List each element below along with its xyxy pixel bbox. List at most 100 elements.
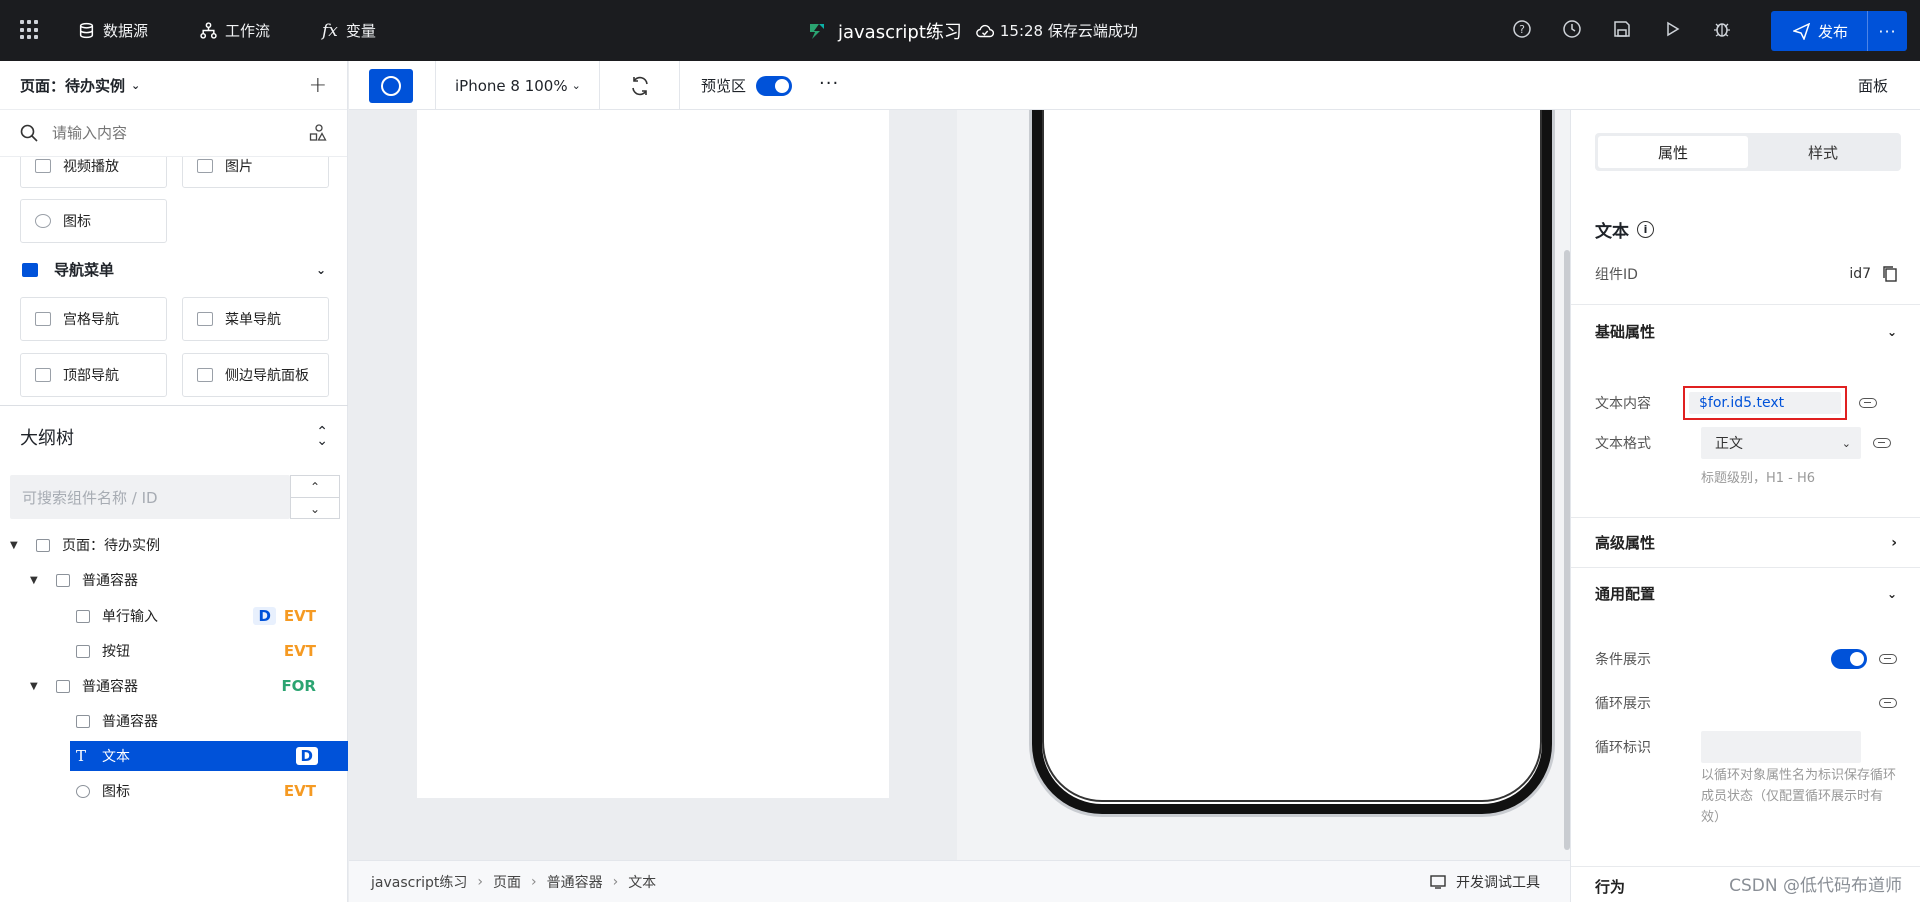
component-side-nav[interactable]: 侧边导航面板 [182,353,329,397]
copy-icon[interactable] [1883,266,1897,282]
menu-nav-icon [197,312,213,326]
devtools-icon [1430,875,1446,889]
page-preview[interactable] [417,110,889,798]
breadcrumb-item[interactable]: 页面 [493,872,521,892]
event-tag: EVT [283,607,316,625]
app-title: javascript练习 [838,21,962,43]
dev-tools-button[interactable]: 开发调试工具 [1430,861,1540,902]
breadcrumb-item[interactable]: 普通容器 [547,872,603,892]
chevron-down-icon: ⌄ [315,262,326,277]
debug-icon[interactable] [1712,19,1732,39]
common-config-header[interactable]: 通用配置 ⌄ [1571,567,1920,619]
outline-next-button[interactable]: ⌄ [291,498,339,520]
mini-program-button[interactable] [369,69,413,103]
toolbar-icons: ? [1512,19,1732,39]
panel-button[interactable]: 面板 [1858,61,1888,110]
variables-nav[interactable]: fx 变量 [322,0,376,61]
conditional-toggle[interactable] [1831,649,1867,669]
tree-node-loop-container[interactable]: ▼ 普通容器 FOR [0,671,348,701]
workflow-icon [200,22,217,39]
basic-properties-header[interactable]: 基础属性 ⌄ [1571,304,1920,358]
tab-styles[interactable]: 样式 [1748,136,1898,168]
video-icon [35,159,51,173]
link-icon[interactable] [1879,654,1897,664]
help-icon[interactable]: ? [1512,19,1532,39]
tree-node-input[interactable]: 单行输入 D EVT [0,601,348,631]
text-content-row: 文本内容 $for.id5.text [1595,386,1897,420]
save-icon[interactable] [1612,19,1632,39]
component-search-input[interactable] [52,124,295,142]
database-icon [79,22,94,39]
tab-properties[interactable]: 属性 [1598,136,1748,168]
workflow-nav[interactable]: 工作流 [200,0,270,61]
page-selector[interactable]: 页面：待办实例 ⌄ [20,75,140,96]
text-content-input[interactable]: $for.id5.text [1689,392,1841,414]
device-selector[interactable]: iPhone 8 100% ⌄ [455,61,581,110]
caret-down-icon[interactable]: ▼ [30,681,40,692]
button-icon [76,644,90,658]
publish-button-group: 发布 ··· [1771,11,1907,51]
chevron-down-icon: ⌄ [1886,324,1897,339]
run-icon[interactable] [1662,19,1682,39]
datasource-nav[interactable]: 数据源 [78,0,148,61]
tree-node-icon[interactable]: 图标 EVT [0,776,348,806]
publish-button[interactable]: 发布 [1771,11,1867,51]
caret-down-icon[interactable]: ▼ [30,575,40,586]
tree-node-text-selected[interactable]: T 文本 D [70,741,348,771]
component-image[interactable]: 图片 [182,157,329,188]
history-icon[interactable] [1562,19,1582,39]
phone-screen[interactable] [1042,110,1542,802]
loop-key-input[interactable] [1701,731,1861,763]
text-format-select[interactable]: 正文 ⌄ [1701,427,1861,459]
tree-node-inner-container[interactable]: 普通容器 [0,706,348,736]
icon-component-icon [76,784,90,798]
container-icon [76,714,90,728]
nav-section-header[interactable]: 导航菜单 ⌄ [22,259,326,280]
component-id-value: id7 [1849,266,1871,282]
chevron-down-icon: ⌄ [571,79,581,92]
component-top-nav[interactable]: 顶部导航 [20,353,167,397]
component-grid-nav[interactable]: 宫格导航 [20,297,167,341]
component-video[interactable]: 视频播放 [20,157,167,188]
add-page-button[interactable]: + [309,73,327,98]
search-icon [20,124,38,142]
save-status: 15:28 保存云端成功 [976,20,1138,41]
preview-toggle[interactable] [756,75,793,96]
link-icon[interactable] [1859,398,1877,408]
info-icon[interactable]: i [1637,221,1654,238]
preview-toggle-group: 预览区 [701,61,793,110]
expand-collapse-icon[interactable]: ⌃ ⌄ [316,425,328,448]
side-nav-icon [197,368,213,382]
top-bar: 数据源 工作流 fx 变量 javascript练习 15:28 保存云端成功 … [0,0,1920,61]
component-menu-nav[interactable]: 菜单导航 [182,297,329,341]
refresh-icon[interactable] [629,75,651,97]
for-tag: FOR [281,677,316,695]
caret-down-icon[interactable]: ▼ [10,540,20,551]
design-canvas [349,110,1570,860]
advanced-properties-header[interactable]: 高级属性 › [1571,517,1920,567]
link-icon[interactable] [1873,438,1891,448]
chevron-down-icon: ⌄ [1886,586,1897,601]
component-icon[interactable]: 图标 [20,199,167,243]
divider [599,61,600,110]
breadcrumb-item[interactable]: 文本 [628,872,656,892]
tree-node-button[interactable]: 按钮 EVT [0,636,348,666]
more-options-button[interactable]: ··· [819,73,839,94]
chevron-right-icon: › [1891,534,1897,551]
input-icon [76,609,90,623]
outline-prev-button[interactable]: ⌃ [291,476,339,498]
image-icon [197,159,213,173]
outline-search-input[interactable]: 可搜索组件名称 / ID [10,475,290,519]
tree-node-container[interactable]: ▼ 普通容器 [0,565,348,595]
outline-header[interactable]: 大纲树 ⌃ ⌄ [0,405,348,467]
tree-node-page[interactable]: ▼ 页面：待办实例 [0,530,348,560]
link-icon[interactable] [1879,698,1897,708]
publish-more-button[interactable]: ··· [1867,11,1907,51]
shapes-icon[interactable] [309,124,327,142]
text-type-icon: T [76,747,87,765]
loop-display-row: 循环展示 [1595,693,1897,713]
breadcrumb-item[interactable]: javascript练习 [371,872,467,892]
apps-grid-icon[interactable] [20,20,40,40]
top-nav-icon [35,368,51,382]
chevron-down-icon: ⌄ [1841,436,1851,450]
